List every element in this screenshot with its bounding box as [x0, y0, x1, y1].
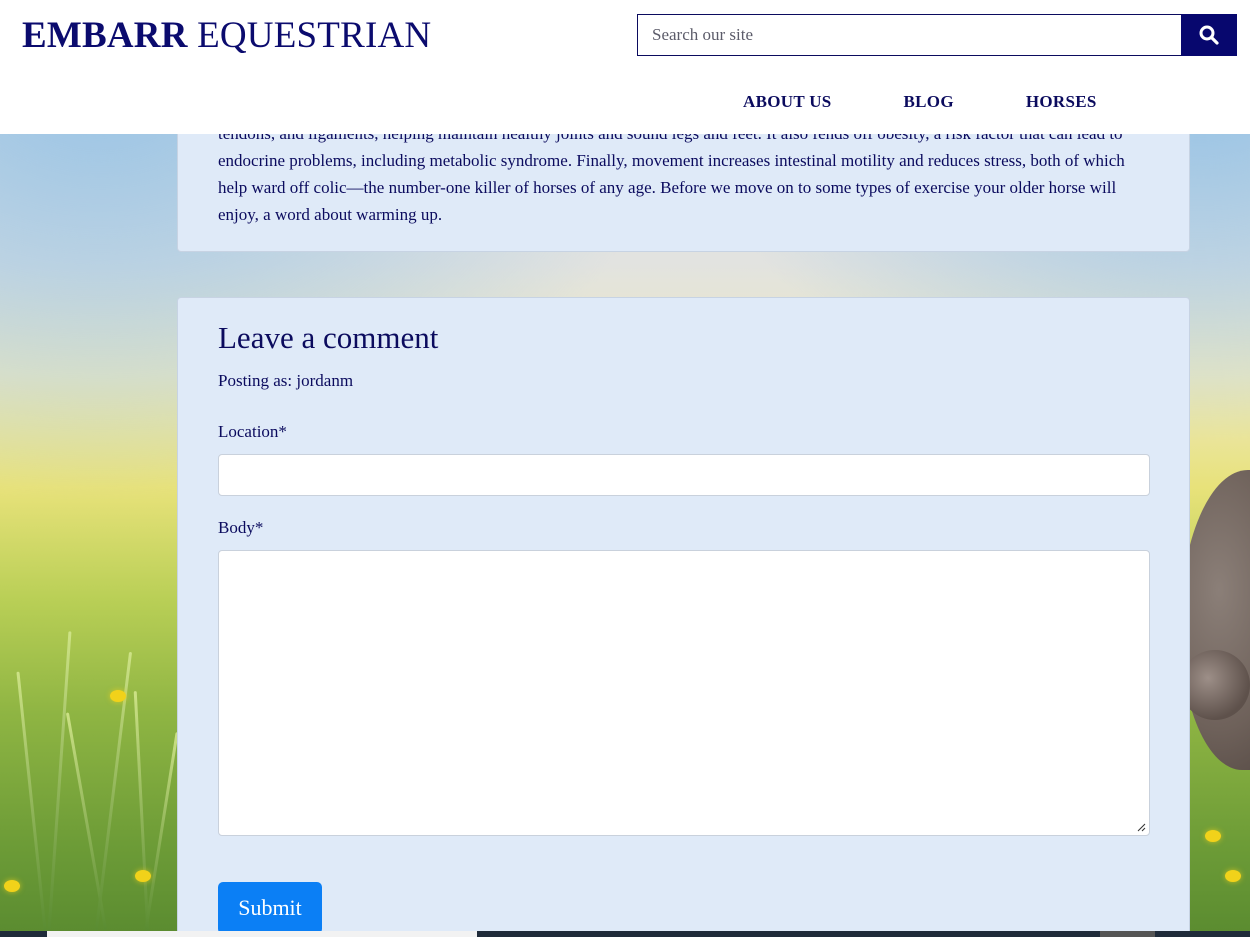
article-body-text: tendons, and ligaments, helping maintain… — [218, 124, 1125, 224]
site-logo[interactable]: EMBARR EQUESTRIAN — [22, 14, 431, 57]
search-icon — [1199, 25, 1219, 45]
site-header: EMBARR EQUESTRIAN ABOUT US BLOG HORSES — [0, 0, 1250, 134]
comment-card: Leave a comment Posting as: jordanm Loca… — [177, 297, 1190, 937]
comment-section-title: Leave a comment — [218, 320, 439, 355]
logo-rest-text: EQUESTRIAN — [187, 15, 432, 56]
resize-handle-icon[interactable] — [1136, 822, 1146, 832]
body-label: Body* — [218, 518, 264, 537]
nav-item-about-us[interactable]: ABOUT US — [743, 92, 832, 112]
location-field[interactable] — [218, 454, 1150, 496]
search-button[interactable] — [1181, 14, 1237, 56]
search-form — [637, 14, 1237, 56]
body-textarea[interactable] — [218, 550, 1150, 836]
nav-item-blog[interactable]: BLOG — [904, 92, 954, 112]
main-nav: ABOUT US BLOG HORSES — [743, 92, 1097, 112]
posting-as-text: Posting as: jordanm — [218, 371, 354, 390]
horse-image — [1180, 470, 1250, 770]
submit-button[interactable]: Submit — [218, 882, 322, 934]
location-label: Location* — [218, 422, 287, 441]
nav-item-horses[interactable]: HORSES — [1026, 92, 1097, 112]
search-input[interactable] — [637, 14, 1181, 56]
logo-bold-text: EMBARR — [22, 15, 188, 56]
bottom-taskbar-strip — [0, 931, 1250, 937]
